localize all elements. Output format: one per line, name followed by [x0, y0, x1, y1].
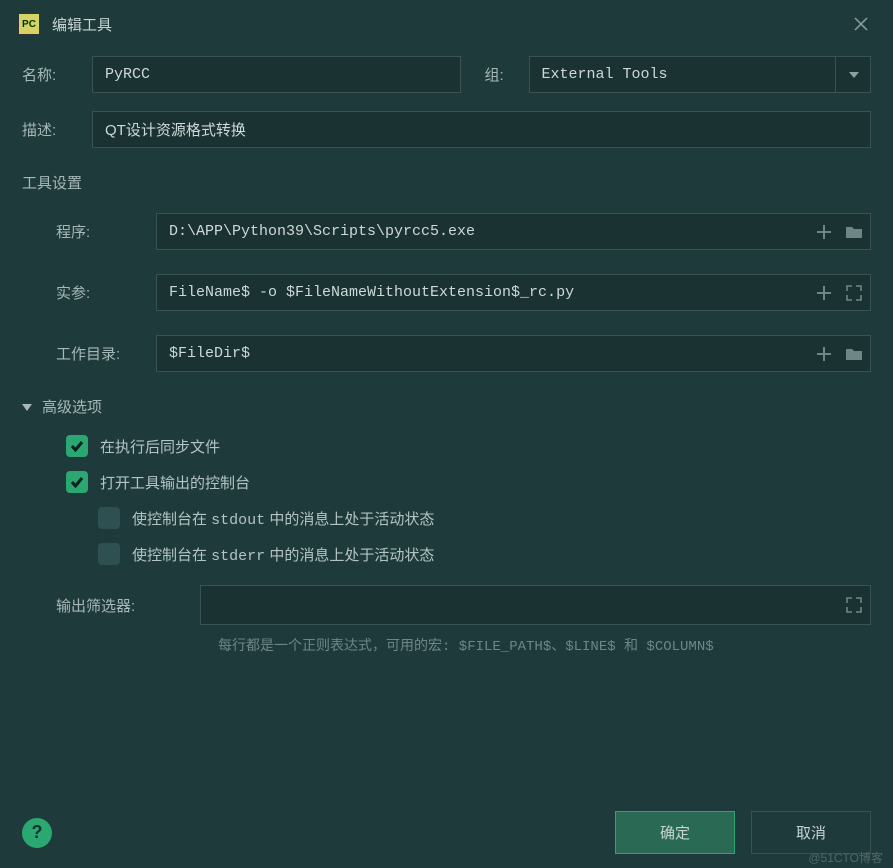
advanced-label: 高级选项 [42, 396, 102, 417]
titlebar: PC 编辑工具 [0, 0, 893, 46]
plus-icon[interactable] [815, 345, 833, 363]
chevron-down-icon[interactable] [835, 56, 871, 93]
name-input[interactable] [92, 56, 461, 93]
expand-icon[interactable] [845, 284, 863, 302]
app-icon: PC [18, 13, 40, 35]
group-label: 组: [485, 64, 515, 85]
watermark: @51CTO博客 [808, 849, 883, 866]
plus-icon[interactable] [815, 223, 833, 241]
filter-hint: 每行都是一个正则表达式，可用的宏: $FILE_PATH$、$LINE$ 和 $… [22, 635, 871, 655]
group-select[interactable]: External Tools [529, 56, 872, 93]
folder-icon[interactable] [845, 223, 863, 241]
sync-after-checkbox[interactable] [66, 435, 88, 457]
arguments-input[interactable]: FileName$ -o $FileNameWithoutExtension$_… [156, 274, 871, 311]
description-input[interactable] [92, 111, 871, 148]
sync-after-label: 在执行后同步文件 [100, 436, 220, 457]
folder-icon[interactable] [845, 345, 863, 363]
triangle-down-icon [22, 402, 32, 412]
ok-button[interactable]: 确定 [615, 811, 735, 854]
footer: ? 确定 取消 [0, 811, 893, 854]
stderr-active-checkbox[interactable] [98, 543, 120, 565]
output-filter-label: 输出筛选器: [56, 595, 186, 616]
name-label: 名称: [22, 64, 78, 85]
output-filter-input[interactable] [200, 585, 871, 625]
stdout-active-checkbox[interactable] [98, 507, 120, 529]
arguments-label: 实参: [56, 282, 142, 303]
program-label: 程序: [56, 221, 142, 242]
workingdir-input[interactable]: $FileDir$ [156, 335, 871, 372]
cancel-button[interactable]: 取消 [751, 811, 871, 854]
workingdir-label: 工作目录: [56, 343, 142, 364]
open-console-checkbox[interactable] [66, 471, 88, 493]
description-label: 描述: [22, 119, 78, 140]
close-icon[interactable] [847, 10, 875, 38]
help-button[interactable]: ? [22, 818, 52, 848]
program-input[interactable]: D:\APP\Python39\Scripts\pyrcc5.exe [156, 213, 871, 250]
stdout-active-label: 使控制台在 stdout 中的消息上处于活动状态 [132, 508, 434, 529]
plus-icon[interactable] [815, 284, 833, 302]
advanced-toggle[interactable]: 高级选项 [22, 396, 871, 417]
window-title: 编辑工具 [52, 14, 835, 35]
expand-icon[interactable] [845, 596, 863, 614]
open-console-label: 打开工具输出的控制台 [100, 472, 250, 493]
tool-settings-header: 工具设置 [22, 172, 871, 193]
stderr-active-label: 使控制台在 stderr 中的消息上处于活动状态 [132, 544, 434, 565]
